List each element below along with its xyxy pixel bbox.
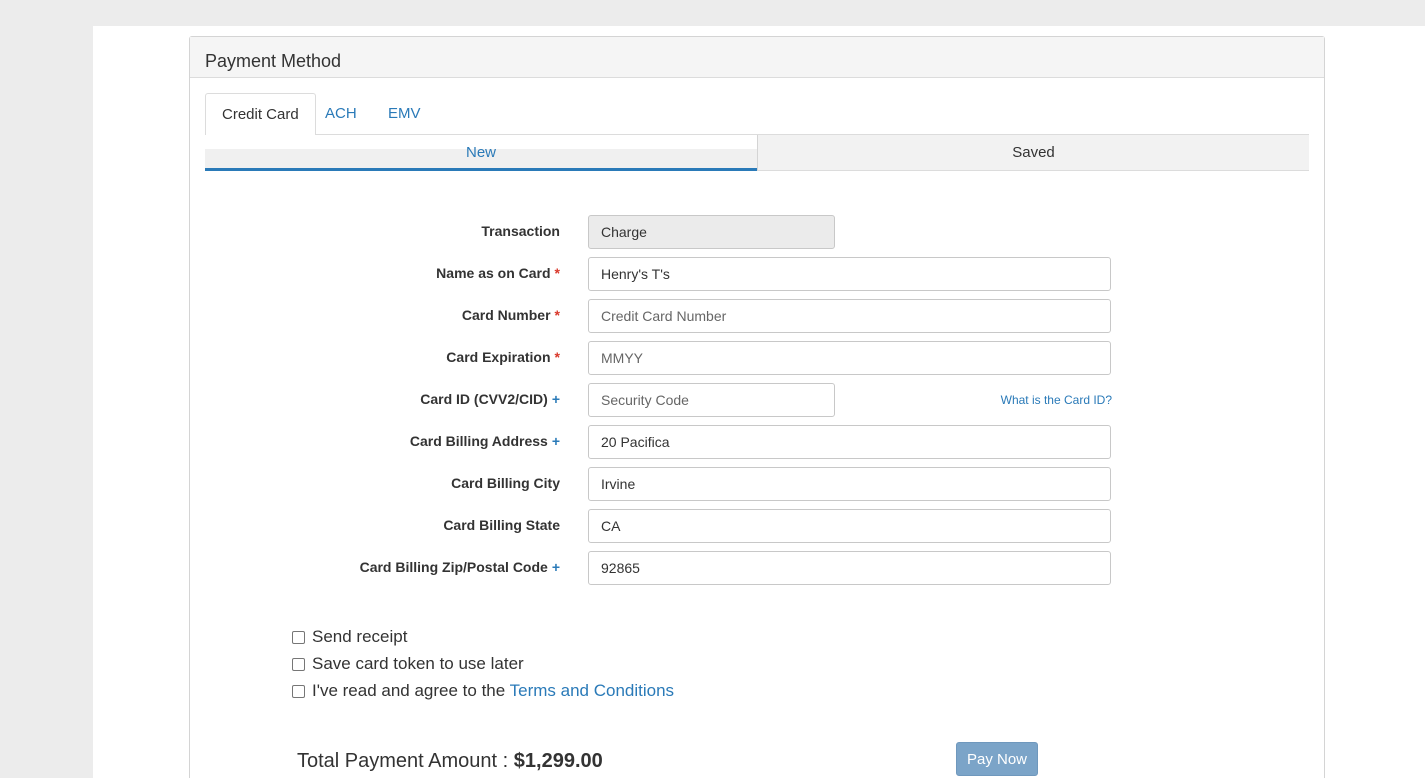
- billing-address-input[interactable]: [588, 425, 1111, 459]
- card-number-label: Card Number *: [461, 307, 560, 323]
- terms-link[interactable]: Terms and Conditions: [510, 681, 674, 700]
- tab-ach[interactable]: ACH: [309, 93, 373, 135]
- payment-type-tabs: Credit Card ACH EMV: [205, 93, 1309, 136]
- card-number-input[interactable]: [588, 299, 1111, 333]
- transaction-row: Transaction: [190, 215, 1326, 249]
- save-token-label: Save card token to use later: [312, 654, 524, 673]
- name-row: Name as on Card *: [190, 257, 1326, 291]
- billing-state-row: Card Billing State: [190, 509, 1326, 543]
- tab-credit-card[interactable]: Credit Card: [205, 93, 316, 136]
- billing-zip-input[interactable]: [588, 551, 1111, 585]
- info-mark: +: [551, 559, 560, 575]
- transaction-label: Transaction: [481, 223, 560, 239]
- total-amount: $1,299.00: [513, 750, 603, 772]
- info-mark: +: [551, 391, 560, 407]
- billing-state-input[interactable]: [588, 509, 1111, 543]
- required-mark: *: [554, 307, 560, 323]
- name-on-card-input[interactable]: [588, 257, 1111, 291]
- billing-city-row: Card Billing City: [190, 467, 1326, 501]
- total-label: Total Payment Amount :: [297, 750, 509, 772]
- tab-emv[interactable]: EMV: [372, 93, 437, 135]
- billing-city-input[interactable]: [588, 467, 1111, 501]
- card-id-help-link[interactable]: What is the Card ID?: [1001, 393, 1112, 407]
- panel-title: Payment Method: [205, 51, 342, 71]
- expiration-row: Card Expiration *: [190, 341, 1326, 375]
- name-label: Name as on Card *: [436, 265, 560, 281]
- pay-now-button[interactable]: Pay Now: [956, 742, 1038, 776]
- app-window: Payment Method Credit Card ACH EMV New S…: [0, 0, 1425, 778]
- billing-zip-row: Card Billing Zip/Postal Code +: [190, 551, 1326, 585]
- security-code-input[interactable]: [588, 383, 835, 417]
- save-token-checkbox[interactable]: [292, 658, 305, 671]
- total-payment: Total Payment Amount : $1,299.00: [297, 750, 603, 773]
- billing-city-label: Card Billing City: [451, 475, 560, 491]
- info-mark: +: [551, 433, 560, 449]
- agree-terms-checkbox[interactable]: [292, 685, 305, 698]
- card-number-row: Card Number *: [190, 299, 1326, 333]
- payment-method-panel: Payment Method Credit Card ACH EMV New S…: [189, 36, 1325, 778]
- agree-terms-label: I've read and agree to the Terms and Con…: [312, 681, 675, 700]
- expiration-input[interactable]: [588, 341, 1111, 375]
- expiration-label: Card Expiration *: [446, 349, 560, 365]
- card-id-row: Card ID (CVV2/CID)+ What is the Card ID?: [190, 383, 1326, 417]
- billing-state-label: Card Billing State: [443, 517, 560, 533]
- send-receipt-label: Send receipt: [312, 627, 408, 646]
- panel-heading: Payment Method: [190, 37, 1324, 78]
- billing-zip-label: Card Billing Zip/Postal Code +: [359, 559, 560, 575]
- subtab-saved[interactable]: Saved: [757, 135, 1309, 171]
- billing-address-row: Card Billing Address +: [190, 425, 1326, 459]
- transaction-field[interactable]: [588, 215, 835, 249]
- billing-address-label: Card Billing Address +: [409, 433, 560, 449]
- subtab-new[interactable]: New: [205, 135, 757, 171]
- card-id-label: Card ID (CVV2/CID) +: [420, 391, 560, 407]
- required-mark: *: [554, 349, 560, 365]
- send-receipt-checkbox[interactable]: [292, 631, 305, 644]
- required-mark: *: [554, 265, 560, 281]
- card-source-tabs: New Saved: [205, 135, 1309, 171]
